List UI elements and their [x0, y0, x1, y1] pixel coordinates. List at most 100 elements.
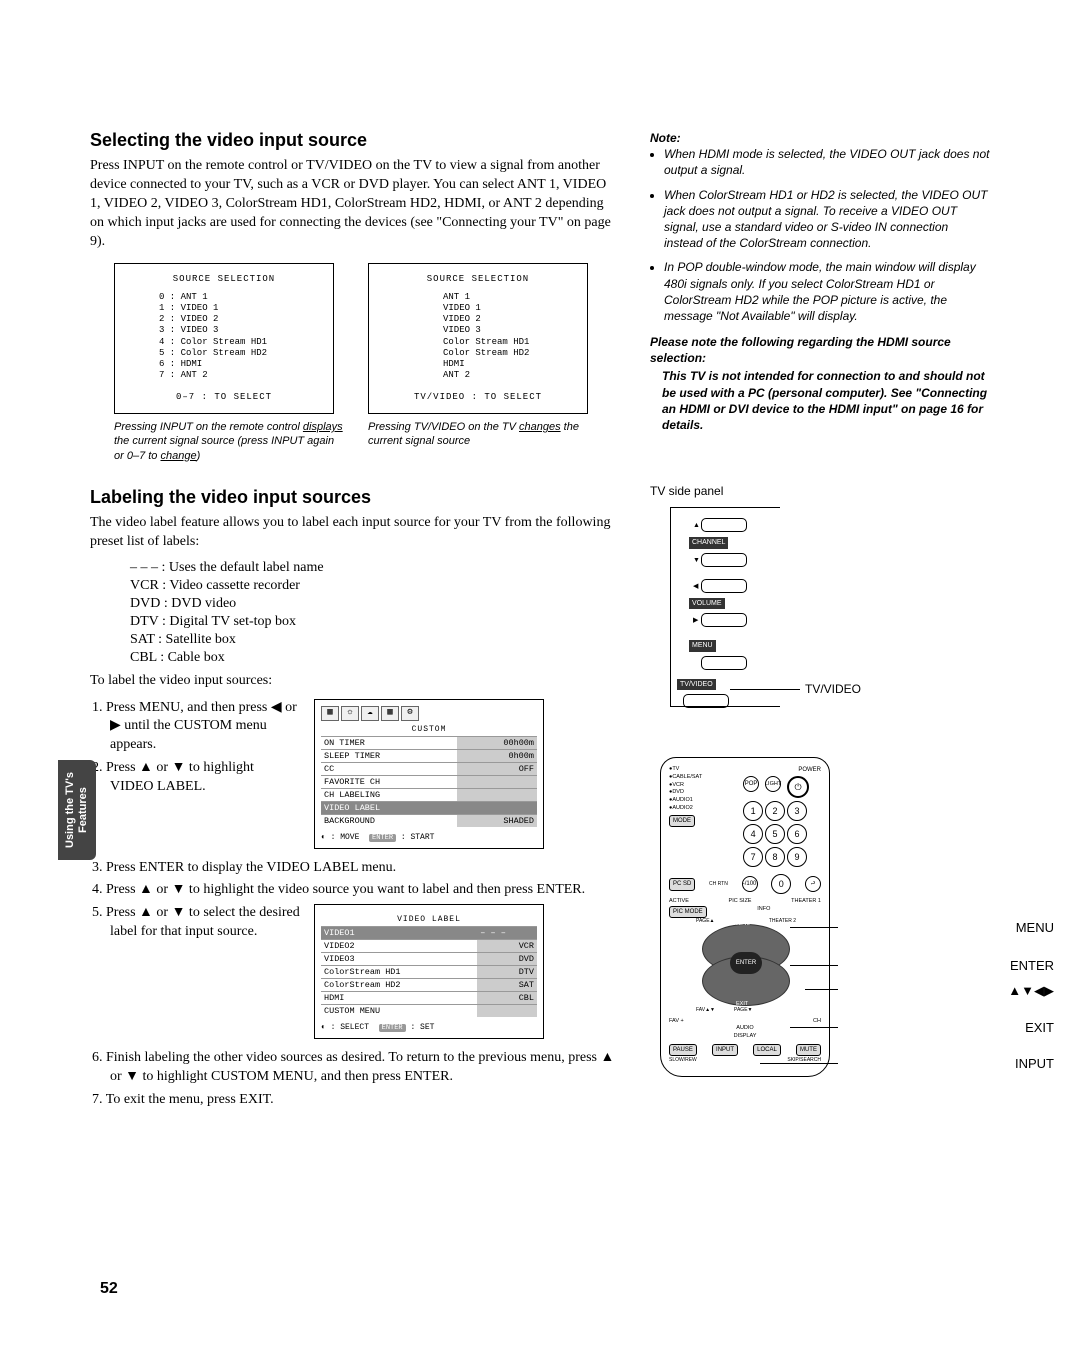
right-column: Note: When HDMI mode is selected, the VI… [650, 130, 990, 1077]
menu-footer: ◐ : MOVE ENTER : START [321, 833, 537, 842]
menu-row: VIDEO2VCR [321, 940, 537, 953]
menu-row: ON TIMER00h00m [321, 736, 537, 749]
hdmi-note-body: This TV is not intended for connection t… [650, 368, 990, 433]
menu-tab-icon: ☼ [341, 706, 359, 721]
osd-item: 4 : Color Stream HD1 [159, 337, 289, 348]
volume-down-button[interactable] [701, 579, 747, 593]
tv-side-panel: CHANNEL VOLUME MENU TV/VIDEO [670, 507, 780, 707]
preset-label: VCR : Video cassette recorder [130, 578, 620, 594]
osd-title: SOURCE SELECTION [379, 274, 577, 285]
num-4-button[interactable]: 4 [743, 824, 763, 844]
power-button[interactable]: ⏻ [787, 776, 809, 798]
step-7: 7. To exit the menu, press EXIT. [90, 1091, 620, 1110]
num-8-button[interactable]: 8 [765, 847, 785, 867]
main-column: Selecting the video input source Press I… [90, 130, 620, 1114]
num-7-button[interactable]: 7 [743, 847, 763, 867]
pause-button[interactable]: PAUSE [669, 1044, 697, 1056]
step-1: 1. Press MENU, and then press ◀ or ▶ unt… [90, 699, 300, 756]
step-6: 6. Finish labeling the other video sourc… [90, 1049, 620, 1087]
menu-row-highlighted: VIDEO LABEL [321, 801, 537, 814]
osd-box-tvvideo: SOURCE SELECTION ANT 1 VIDEO 1 VIDEO 2 V… [368, 263, 588, 414]
preset-label: DTV : Digital TV set-top box [130, 614, 620, 630]
chapter-tab: Using the TV's Features [58, 760, 96, 860]
remote-callout-menu: MENU [1016, 919, 1054, 937]
osd-item: 6 : HDMI [159, 359, 289, 370]
tvvideo-button[interactable] [683, 694, 729, 708]
remote-callout-input: INPUT [1015, 1055, 1054, 1073]
volume-up-button[interactable] [701, 613, 747, 627]
step-4: 4. Press ▲ or ▼ to highlight the video s… [90, 881, 620, 900]
ch-button[interactable]: CH [813, 1018, 821, 1025]
remote-callout-cursor: ▲▼◀▶ [1008, 982, 1054, 1000]
mute-button[interactable]: MUTE [796, 1044, 821, 1056]
menu-row-highlighted: VIDEO1– – – [321, 927, 537, 940]
preset-label: DVD : DVD video [130, 596, 620, 612]
osd-item: 5 : Color Stream HD2 [159, 348, 289, 359]
input-button[interactable]: INPUT [712, 1044, 738, 1056]
chrtn-button[interactable]: ⮐ [805, 876, 821, 892]
channel-label: CHANNEL [689, 537, 728, 548]
num-2-button[interactable]: 2 [765, 801, 785, 821]
step-2: 2. Press ▲ or ▼ to highlight VIDEO LABEL… [90, 759, 300, 797]
osd-caption: Pressing INPUT on the remote control dis… [114, 420, 344, 463]
menu-row: ColorStream HD1DTV [321, 966, 537, 979]
mode-button[interactable]: MODE [669, 815, 695, 827]
hdmi-note-heading: Please note the following regarding the … [650, 334, 990, 366]
menu-label: MENU [689, 640, 716, 651]
picmode-button[interactable]: PIC MODE [669, 906, 707, 918]
osd-row: SOURCE SELECTION 0 : ANT 1 1 : VIDEO 1 2… [114, 263, 620, 462]
video-label-menu-box: VIDEO LABEL VIDEO1– – – VIDEO2VCR VIDEO3… [314, 904, 544, 1039]
mode-dvd: ●DVD [669, 789, 702, 797]
menu-button[interactable] [701, 656, 747, 670]
osd-item: VIDEO 1 [443, 303, 533, 314]
heading-selecting-source: Selecting the video input source [90, 130, 620, 151]
channel-up-button[interactable] [701, 518, 747, 532]
menu-tab-icon: ▦ [321, 706, 339, 721]
volume-label: VOLUME [689, 598, 725, 609]
remote-control: ●TV ●CABLE/SAT ●VCR ●DVD ●AUDIO1 ●AUDIO2… [660, 757, 830, 1077]
note-item: In POP double-window mode, the main wind… [664, 259, 990, 324]
local-button[interactable]: LOCAL [753, 1044, 781, 1056]
light-button[interactable]: LIGHT [765, 776, 781, 792]
num-3-button[interactable]: 3 [787, 801, 807, 821]
menu-row: FAVORITE CH [321, 775, 537, 788]
remote-callout-exit: EXIT [1025, 1019, 1054, 1037]
osd-item: ANT 1 [443, 292, 533, 303]
tvvideo-label: TV/VIDEO [677, 679, 716, 690]
osd-caption: Pressing TV/VIDEO on the TV changes the … [368, 420, 598, 449]
num-1-button[interactable]: 1 [743, 801, 763, 821]
num-6-button[interactable]: 6 [787, 824, 807, 844]
osd-item: Color Stream HD2 [443, 348, 533, 359]
osd-item: VIDEO 3 [443, 325, 533, 336]
osd-item: VIDEO 2 [443, 314, 533, 325]
heading-labeling-sources: Labeling the video input sources [90, 487, 620, 508]
channel-down-button[interactable] [701, 553, 747, 567]
num-9-button[interactable]: 9 [787, 847, 807, 867]
num-100-button[interactable]: -/100 [742, 876, 758, 892]
paragraph-labeling-sources: The video label feature allows you to la… [90, 514, 620, 552]
mode-cablesat: ●CABLE/SAT [669, 774, 702, 782]
num-0-button[interactable]: 0 [771, 874, 791, 894]
menu-row: CH LABELING [321, 788, 537, 801]
note-item: When ColorStream HD1 or HD2 is selected,… [664, 187, 990, 252]
remote-callout-enter: ENTER [1010, 957, 1054, 975]
fav-button[interactable]: FAV + [669, 1018, 684, 1025]
num-5-button[interactable]: 5 [765, 824, 785, 844]
enter-button[interactable]: ENTER [730, 952, 762, 974]
step-3: 3. Press ENTER to display the VIDEO LABE… [90, 859, 620, 878]
osd-item: ANT 2 [443, 370, 533, 381]
osd-item: 7 : ANT 2 [159, 370, 289, 381]
menu-tab-icon: ⚙ [401, 706, 419, 721]
pcsd-button[interactable]: PC SD [669, 878, 695, 890]
osd-item: 0 : ANT 1 [159, 292, 289, 303]
power-label: POWER [743, 766, 821, 774]
mode-audio2: ●AUDIO2 [669, 805, 702, 813]
pop-button[interactable]: POP [743, 776, 759, 792]
menu-row: HDMICBL [321, 992, 537, 1005]
tvvideo-callout: TV/VIDEO [805, 681, 861, 697]
osd-box-input: SOURCE SELECTION 0 : ANT 1 1 : VIDEO 1 2… [114, 263, 334, 414]
osd-footer: 0–7 : TO SELECT [125, 392, 323, 403]
preset-label: CBL : Cable box [130, 650, 620, 666]
mode-tv: ●TV [669, 766, 702, 774]
menu-tab-label: CUSTOM [321, 725, 537, 734]
